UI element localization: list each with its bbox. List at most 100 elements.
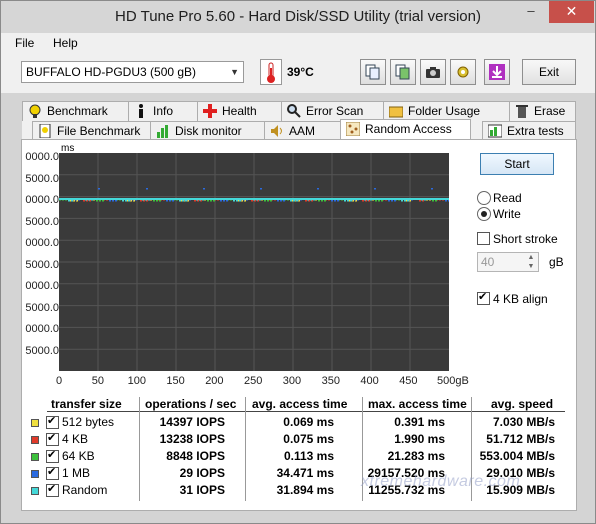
ops-cell: 14397 IOPS [159, 415, 225, 429]
write-radio[interactable] [477, 207, 491, 221]
random-access-icon [345, 121, 361, 137]
x-tick-label: 50 [91, 375, 105, 387]
data-point [404, 200, 406, 202]
data-point [381, 200, 383, 202]
max-cell: 0.391 ms [394, 415, 445, 429]
read-label: Read [493, 191, 522, 205]
read-radio[interactable] [477, 191, 491, 205]
speed-cell: 7.030 MB/s [492, 415, 555, 429]
copy-screenshot-button[interactable] [390, 59, 416, 85]
data-point [112, 200, 114, 202]
x-tick-label: 350 [321, 375, 340, 387]
drive-select[interactable]: BUFFALO HD-PGDU3 (500 gB) ▼ [21, 61, 244, 83]
tab-health[interactable]: Health [197, 101, 282, 121]
data-point [337, 200, 339, 202]
data-point [362, 200, 364, 202]
data-point [71, 200, 73, 202]
data-point [431, 188, 433, 190]
data-point [331, 200, 333, 202]
data-point [324, 200, 326, 202]
exit-button[interactable]: Exit [522, 59, 576, 85]
data-point [68, 200, 70, 202]
tab-folder-usage[interactable]: Folder Usage [383, 101, 510, 121]
trash-icon [515, 104, 529, 118]
series-visibility-checkbox[interactable] [46, 482, 59, 497]
x-tick-label: 250 [244, 375, 263, 387]
copy-icon [365, 64, 380, 80]
short-stroke-size-input[interactable]: 40 ▲ ▼ [477, 252, 539, 272]
menu-help[interactable]: Help [53, 36, 78, 50]
data-point [153, 200, 155, 202]
short-stroke-size-value: 40 [481, 255, 495, 269]
save-button[interactable] [484, 59, 510, 85]
data-point [220, 200, 222, 202]
options-button[interactable] [450, 59, 476, 85]
data-point [388, 200, 390, 202]
start-button[interactable]: Start [480, 153, 554, 175]
data-point [374, 188, 376, 190]
y-tick-label: 5000.0 [25, 172, 59, 185]
close-button[interactable]: ✕ [549, 1, 594, 23]
minimize-button[interactable]: – [517, 1, 545, 23]
tab-extra-tests[interactable]: Extra tests [482, 121, 576, 141]
tab-label: File Benchmark [57, 124, 141, 138]
tab-benchmark[interactable]: Benchmark [22, 101, 129, 121]
col-avg-access: avg. access time [252, 397, 348, 411]
tab-row-bottom: File Benchmark Disk monitor AAM Random A… [22, 119, 576, 141]
gear-icon [457, 66, 469, 78]
data-point [166, 200, 168, 202]
tab-label: Disk monitor [175, 124, 242, 138]
toolbar: BUFFALO HD-PGDU3 (500 gB) ▼ 39°C Exit [1, 53, 595, 93]
data-point [267, 200, 269, 202]
y-tick-label: 0000.0 [25, 151, 59, 163]
data-point [226, 200, 228, 202]
series-color-swatch [31, 453, 39, 461]
menu-file[interactable]: File [15, 36, 34, 50]
drive-select-value: BUFFALO HD-PGDU3 (500 gB) [26, 65, 197, 79]
series-visibility-checkbox[interactable] [46, 448, 59, 463]
thermometer-icon [260, 59, 282, 85]
tab-error-scan[interactable]: Error Scan [281, 101, 384, 121]
chevron-down-icon: ▼ [230, 67, 239, 77]
max-cell: 21.283 ms [387, 449, 445, 463]
data-point [179, 200, 181, 202]
tab-disk-monitor[interactable]: Disk monitor [150, 121, 265, 141]
data-point [283, 200, 285, 202]
series-visibility-checkbox[interactable] [46, 465, 59, 480]
data-point [264, 200, 266, 202]
folder-icon [388, 104, 404, 118]
data-point [378, 200, 380, 202]
screenshot-button[interactable] [420, 59, 446, 85]
ops-cell: 29 IOPS [179, 466, 225, 480]
data-point [213, 200, 215, 202]
series-color-swatch [31, 487, 39, 495]
tab-erase[interactable]: Erase [509, 101, 576, 121]
transfer-size-cell: 4 KB [62, 432, 89, 446]
copy-info-button[interactable] [360, 59, 386, 85]
tab-file-benchmark[interactable]: File Benchmark [32, 121, 151, 141]
avg-cell: 0.075 ms [283, 432, 334, 446]
data-point [172, 200, 174, 202]
data-point [296, 200, 298, 202]
short-stroke-checkbox[interactable] [477, 232, 490, 245]
y-tick-label: 5000.0 [25, 344, 59, 357]
spinner-icon[interactable]: ▲ ▼ [524, 253, 538, 271]
col-transfer-size: transfer size [51, 397, 122, 411]
max-cell: 1.990 ms [394, 432, 445, 446]
benchmark-icon [28, 104, 42, 118]
data-point [293, 200, 295, 202]
data-point [305, 200, 307, 202]
tab-random-access[interactable]: Random Access [340, 119, 471, 141]
disk-monitor-icon [156, 124, 170, 138]
series-visibility-checkbox[interactable] [46, 431, 59, 446]
series-visibility-checkbox[interactable] [46, 414, 59, 429]
tab-info[interactable]: Info [128, 101, 198, 121]
tab-aam[interactable]: AAM [264, 121, 341, 141]
data-point [233, 200, 235, 202]
align-4kb-checkbox[interactable] [477, 290, 490, 305]
write-label: Write [493, 207, 521, 221]
data-point [432, 200, 434, 202]
data-point [251, 200, 253, 202]
data-point [318, 200, 320, 202]
data-point [401, 200, 403, 202]
